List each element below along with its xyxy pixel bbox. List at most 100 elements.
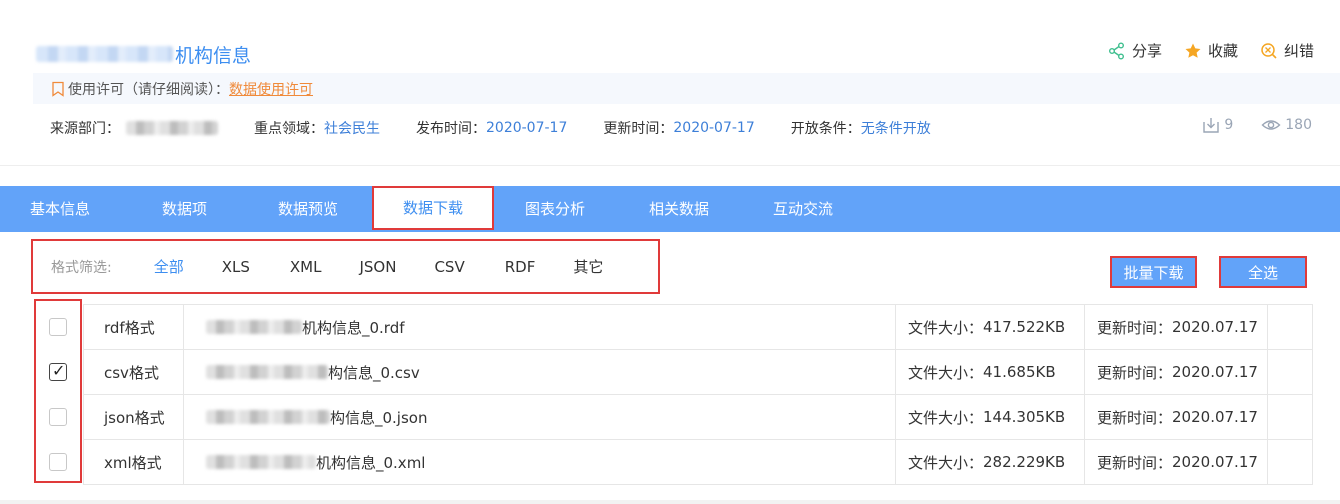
redacted-title-prefix xyxy=(36,46,173,62)
favorite-button[interactable]: 收藏 xyxy=(1184,40,1238,61)
open-label: 开放条件： xyxy=(790,121,861,137)
select-all-button[interactable]: 全选 xyxy=(1219,256,1307,288)
license-link[interactable]: 数据使用许可 xyxy=(229,79,313,99)
file-size-label: 文件大小： xyxy=(908,363,984,382)
file-size: 417.522KB xyxy=(983,318,1066,336)
filter-xls[interactable]: XLS xyxy=(222,258,250,276)
file-size-cell: 文件大小： 41.685KB xyxy=(896,350,1085,394)
file-format: json格式 xyxy=(83,395,184,439)
tab-related-data[interactable]: 相关数据 xyxy=(649,186,709,232)
favorite-label: 收藏 xyxy=(1207,42,1238,60)
dataset-title: 机构信息 xyxy=(36,41,251,67)
header-actions: 分享 收藏 纠错 xyxy=(1108,40,1314,61)
redacted-file-prefix xyxy=(206,320,302,334)
page-title: 机构信息 xyxy=(175,44,252,67)
correct-button[interactable]: 纠错 xyxy=(1260,40,1314,61)
redacted-source xyxy=(126,121,218,135)
file-date: 2020.07.17 xyxy=(1172,363,1258,381)
file-name-cell: 机构信息_0.rdf xyxy=(184,305,896,349)
tab-data-items[interactable]: 数据项 xyxy=(162,186,207,232)
file-size-cell: 文件大小： 417.522KB xyxy=(896,305,1085,349)
file-date-label: 更新时间： xyxy=(1097,408,1173,427)
file-checkbox[interactable] xyxy=(49,361,67,381)
file-action-cell xyxy=(1268,305,1313,349)
open-value: 无条件开放 xyxy=(860,121,931,137)
source-label: 来源部门： xyxy=(50,121,120,137)
file-name[interactable]: 构信息_0.csv xyxy=(328,362,420,383)
dataset-header: 机构信息 分享 收藏 纠错 使用许可（请仔细阅读）： 数据使用许可 来源部门： … xyxy=(0,0,1340,166)
file-size-cell: 文件大小： 144.305KB xyxy=(896,395,1085,439)
license-label: 使用许可（请仔细阅读）： xyxy=(68,81,229,98)
update-label: 更新时间： xyxy=(603,121,674,137)
share-button[interactable]: 分享 xyxy=(1108,40,1162,61)
file-date-cell: 更新时间： 2020.07.17 xyxy=(1085,440,1268,484)
filter-csv[interactable]: CSV xyxy=(434,258,464,276)
file-date-label: 更新时间： xyxy=(1097,453,1173,472)
filter-all[interactable]: 全部 xyxy=(154,256,184,277)
update-time: 更新时间： 2020-07-17 xyxy=(603,118,754,138)
file-name-cell: 构信息_0.json xyxy=(184,395,896,439)
domain-label: 重点领域： xyxy=(254,121,324,137)
file-date-cell: 更新时间： 2020.07.17 xyxy=(1085,395,1268,439)
publish-time: 发布时间： 2020-07-17 xyxy=(416,118,567,138)
format-filter: 格式筛选: 全部 XLS XML JSON CSV RDF 其它 xyxy=(31,239,660,294)
share-label: 分享 xyxy=(1131,42,1162,60)
table-row: csv格式 构信息_0.csv 文件大小： 41.685KB 更新时间： 202… xyxy=(83,350,1313,395)
file-size-label: 文件大小： xyxy=(908,318,984,337)
tab-basic-info[interactable]: 基本信息 xyxy=(30,186,90,232)
tab-data-preview[interactable]: 数据预览 xyxy=(278,186,338,232)
tab-bar: 基本信息 数据项 数据预览 数据下载 图表分析 相关数据 互动交流 xyxy=(0,186,1340,232)
update-value: 2020-07-17 xyxy=(673,120,755,136)
checkbox-column xyxy=(34,299,82,483)
publish-label: 发布时间： xyxy=(416,121,486,137)
bookmark-icon xyxy=(52,81,64,97)
file-name-cell: 机构信息_0.xml xyxy=(184,440,896,484)
file-size: 282.229KB xyxy=(983,453,1066,471)
divider xyxy=(0,500,1340,504)
source-dept: 来源部门： xyxy=(50,118,218,138)
eye-icon xyxy=(1261,120,1281,130)
file-checkbox[interactable] xyxy=(49,408,67,426)
tab-interaction[interactable]: 互动交流 xyxy=(773,186,833,232)
filter-other[interactable]: 其它 xyxy=(573,256,603,277)
dataset-meta: 来源部门： 重点领域： 社会民生 发布时间： 2020-07-17 更新时间： … xyxy=(50,118,967,138)
redacted-file-prefix xyxy=(206,365,328,379)
file-size: 41.685KB xyxy=(983,363,1056,381)
file-date-cell: 更新时间： 2020.07.17 xyxy=(1085,350,1268,394)
download-count: 9 xyxy=(1202,116,1233,134)
download-icon xyxy=(1203,118,1220,133)
table-row: rdf格式 机构信息_0.rdf 文件大小： 417.522KB 更新时间： 2… xyxy=(83,305,1313,350)
batch-download-button[interactable]: 批量下载 xyxy=(1110,256,1197,288)
correct-label: 纠错 xyxy=(1283,42,1314,60)
file-action-cell xyxy=(1268,350,1313,394)
file-checkbox[interactable] xyxy=(49,318,67,336)
redacted-file-prefix xyxy=(206,410,330,424)
format-filter-label: 格式筛选: xyxy=(51,259,112,276)
file-name[interactable]: 机构信息_0.rdf xyxy=(302,317,405,338)
file-name[interactable]: 机构信息_0.xml xyxy=(316,452,425,473)
tab-data-download[interactable]: 数据下载 xyxy=(372,186,494,230)
file-action-cell xyxy=(1268,440,1313,484)
file-table: rdf格式 机构信息_0.rdf 文件大小： 417.522KB 更新时间： 2… xyxy=(83,304,1313,485)
filter-json[interactable]: JSON xyxy=(359,258,396,276)
view-count: 180 xyxy=(1261,117,1312,133)
filter-xml[interactable]: XML xyxy=(290,258,322,276)
filter-rdf[interactable]: RDF xyxy=(505,258,536,276)
file-name[interactable]: 构信息_0.json xyxy=(330,407,427,428)
file-checkbox[interactable] xyxy=(49,453,67,471)
file-date-label: 更新时间： xyxy=(1097,318,1173,337)
download-count-value: 9 xyxy=(1224,117,1234,133)
table-row: json格式 构信息_0.json 文件大小： 144.305KB 更新时间： … xyxy=(83,395,1313,440)
file-format: rdf格式 xyxy=(83,305,184,349)
license-bar: 使用许可（请仔细阅读）： 数据使用许可 xyxy=(33,73,1340,104)
share-icon xyxy=(1108,42,1124,59)
domain-value[interactable]: 社会民生 xyxy=(324,118,380,138)
file-date: 2020.07.17 xyxy=(1172,453,1258,471)
tab-chart-analysis[interactable]: 图表分析 xyxy=(525,186,585,232)
table-row: xml格式 机构信息_0.xml 文件大小： 282.229KB 更新时间： 2… xyxy=(83,440,1313,485)
publish-value: 2020-07-17 xyxy=(486,120,568,136)
focus-domain: 重点领域： 社会民生 xyxy=(254,118,380,138)
star-icon xyxy=(1185,43,1201,58)
file-date: 2020.07.17 xyxy=(1172,408,1258,426)
dataset-stats: 9 180 xyxy=(1202,116,1312,134)
